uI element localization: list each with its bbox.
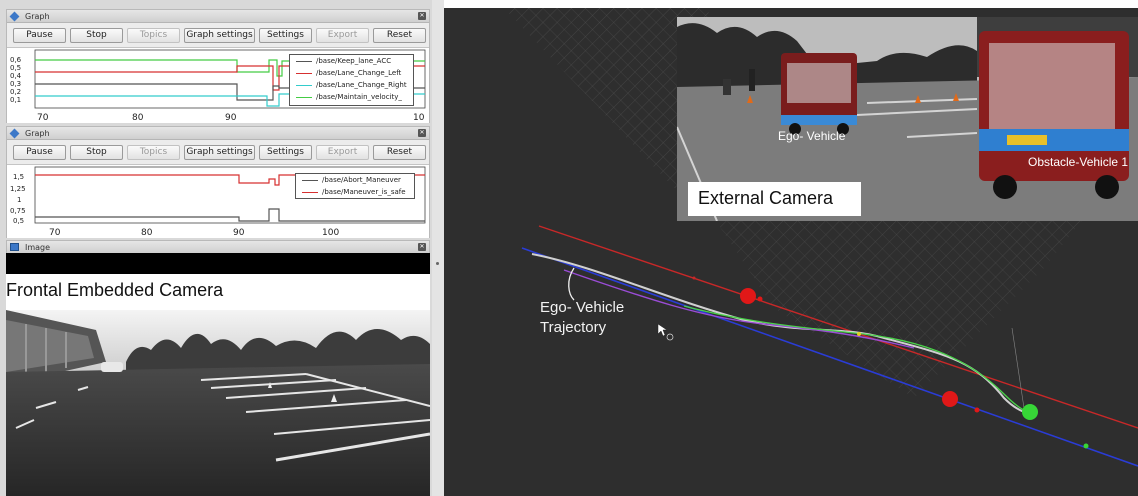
settings-button[interactable]: Settings bbox=[259, 28, 312, 43]
close-icon[interactable]: ✕ bbox=[418, 129, 426, 137]
legend-entry: /base/Keep_lane_ACC bbox=[290, 55, 413, 67]
frontal-camera-image bbox=[6, 310, 430, 496]
image-panel-title: Image bbox=[25, 243, 51, 252]
y-tick: 0,75 bbox=[10, 207, 26, 215]
close-icon[interactable]: ✕ bbox=[418, 243, 426, 251]
stop-button[interactable]: Stop bbox=[70, 145, 123, 160]
graph-1-plot-area[interactable]: 0,6 0,5 0,4 0,3 0,2 0,1 70 80 90 10 /bas… bbox=[7, 47, 429, 123]
graph-panel-1-titlebar[interactable]: Graph ✕ bbox=[7, 10, 429, 23]
image-panel: Image ✕ bbox=[6, 240, 430, 254]
x-tick: 80 bbox=[141, 228, 153, 238]
trajectory-label-line1: Ego- Vehicle bbox=[540, 299, 625, 316]
graph-panel-2-titlebar[interactable]: Graph ✕ bbox=[7, 127, 429, 140]
y-tick: 1 bbox=[17, 196, 21, 204]
y-tick: 0,5 bbox=[13, 217, 24, 225]
x-tick: 70 bbox=[37, 113, 49, 123]
graph-1-toolbar: Pause Stop Topics Graph settings Setting… bbox=[7, 23, 429, 47]
graph-panel-2: Graph ✕ Pause Stop Topics Graph settings… bbox=[6, 126, 430, 238]
legend-entry: /base/Maintain_velocity_ bbox=[290, 91, 413, 103]
settings-button[interactable]: Settings bbox=[259, 145, 312, 160]
x-tick: 100 bbox=[322, 228, 339, 238]
export-button[interactable]: Export bbox=[316, 145, 369, 160]
dock-splitter-handle[interactable] bbox=[432, 0, 444, 496]
trajectory-label-line2: Trajectory bbox=[540, 319, 607, 336]
topics-button[interactable]: Topics bbox=[127, 145, 180, 160]
external-camera-label: External Camera bbox=[698, 188, 834, 208]
stop-button[interactable]: Stop bbox=[70, 28, 123, 43]
obstacle-vehicle-label: Obstacle-Vehicle 1 bbox=[1028, 155, 1129, 169]
rqt-plugin-icon bbox=[9, 128, 20, 139]
graph-2-plot-area[interactable]: 1,5 1,25 1 0,75 0,5 70 80 90 100 /base/A… bbox=[7, 164, 429, 238]
topics-button[interactable]: Topics bbox=[127, 28, 180, 43]
obstacle-vehicle-photo bbox=[979, 31, 1129, 199]
graph-2-legend: /base/Abort_Maneuver /base/Maneuver_is_s… bbox=[295, 173, 415, 199]
pause-button[interactable]: Pause bbox=[13, 145, 66, 160]
graph-settings-button[interactable]: Graph settings bbox=[184, 145, 255, 160]
graph-panel-1-title: Graph bbox=[25, 12, 50, 21]
image-icon bbox=[10, 243, 19, 251]
y-tick: 0,4 bbox=[10, 72, 22, 80]
left-dock-area: Graph ✕ Pause Stop Topics Graph settings… bbox=[0, 0, 432, 496]
legend-swatch bbox=[296, 61, 312, 62]
legend-entry: /base/Abort_Maneuver bbox=[296, 174, 414, 186]
y-tick: 1,25 bbox=[10, 185, 26, 193]
graph-panel-2-title: Graph bbox=[25, 129, 50, 138]
legend-swatch bbox=[302, 192, 318, 193]
screen: Graph ✕ Pause Stop Topics Graph settings… bbox=[0, 0, 1138, 496]
legend-swatch bbox=[296, 85, 312, 86]
x-tick: 80 bbox=[132, 113, 144, 123]
obstacle-marker bbox=[740, 288, 756, 304]
x-tick: 90 bbox=[233, 228, 245, 238]
reset-button[interactable]: Reset bbox=[373, 28, 426, 43]
x-tick: 90 bbox=[225, 113, 237, 123]
ego-vehicle-marker bbox=[1022, 404, 1038, 420]
y-tick: 0,3 bbox=[10, 80, 21, 88]
trajectory-annotation: Ego- Vehicle Trajectory bbox=[540, 298, 624, 338]
ego-vehicle-photo bbox=[781, 53, 857, 135]
graph-settings-button[interactable]: Graph settings bbox=[184, 28, 255, 43]
frontal-camera-label: Frontal Embedded Camera bbox=[6, 280, 224, 300]
graph-1-legend: /base/Keep_lane_ACC /base/Lane_Change_Le… bbox=[289, 54, 414, 106]
ego-vehicle-label: Ego- Vehicle bbox=[778, 129, 846, 143]
x-tick: 10 bbox=[413, 113, 425, 123]
graph-panel-1: Graph ✕ Pause Stop Topics Graph settings… bbox=[6, 9, 430, 123]
x-tick: 70 bbox=[49, 228, 61, 238]
legend-swatch bbox=[296, 97, 312, 98]
y-tick: 1,5 bbox=[13, 173, 24, 181]
splitter-grip-icon bbox=[436, 262, 439, 265]
legend-entry: /base/Lane_Change_Left bbox=[290, 67, 413, 79]
legend-swatch bbox=[302, 180, 318, 181]
rqt-plugin-icon bbox=[9, 11, 20, 22]
export-button[interactable]: Export bbox=[316, 28, 369, 43]
y-tick: 0,1 bbox=[10, 96, 21, 104]
legend-entry: /base/Lane_Change_Right bbox=[290, 79, 413, 91]
close-icon[interactable]: ✕ bbox=[418, 12, 426, 20]
legend-entry: /base/Maneuver_is_safe bbox=[296, 186, 414, 198]
y-tick: 0,5 bbox=[10, 64, 21, 72]
mouse-cursor-icon bbox=[657, 323, 674, 341]
image-view-dark-strip bbox=[6, 253, 430, 274]
graph-2-toolbar: Pause Stop Topics Graph settings Setting… bbox=[7, 140, 429, 164]
legend-swatch bbox=[296, 73, 312, 74]
y-tick: 0,6 bbox=[10, 56, 22, 64]
reset-button[interactable]: Reset bbox=[373, 145, 426, 160]
pause-button[interactable]: Pause bbox=[13, 28, 66, 43]
y-tick: 0,2 bbox=[10, 88, 21, 96]
obstacle-marker bbox=[942, 391, 958, 407]
